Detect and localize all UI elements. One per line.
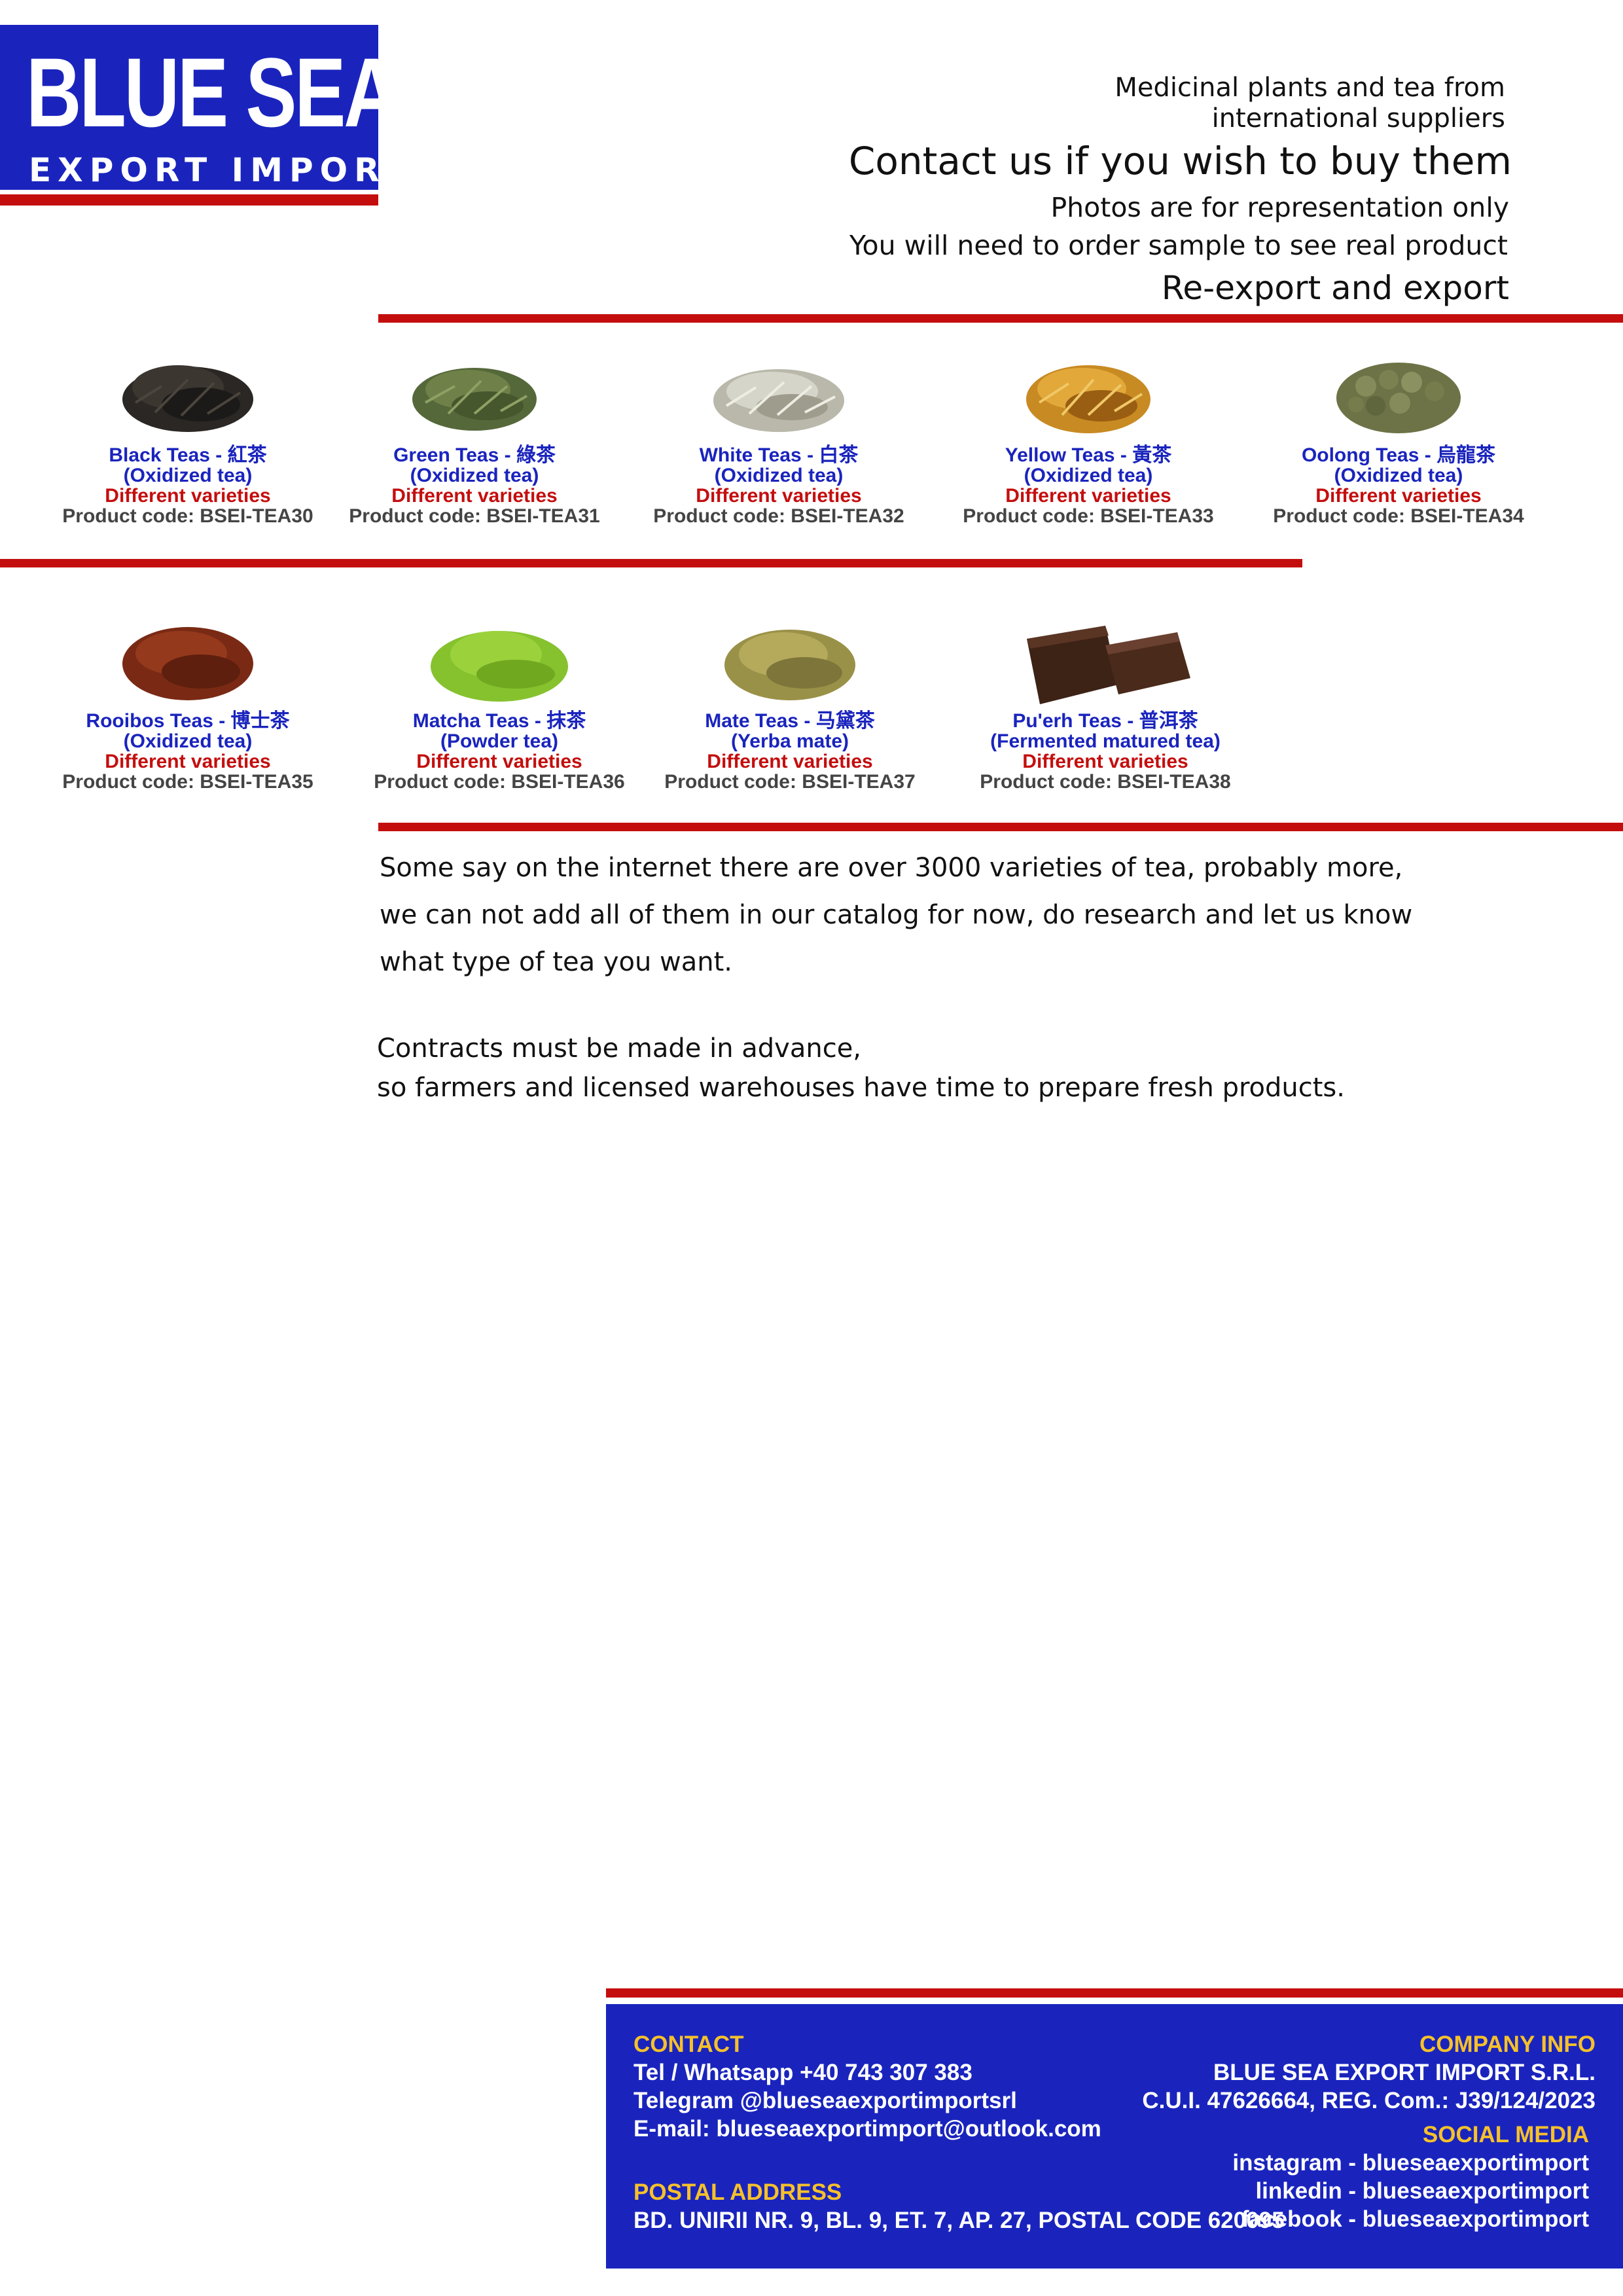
contact-heading: CONTACT — [633, 2032, 744, 2057]
product-varieties: Different varieties — [1022, 751, 1188, 772]
varieties-note-line-3: what type of tea you want. — [380, 947, 733, 977]
divider-middle — [0, 559, 1302, 567]
contracts-note-line-1: Contracts must be made in advance, — [377, 1033, 862, 1064]
company-heading: COMPANY INFO — [1419, 2032, 1596, 2057]
product-subtitle: (Yerba mate) — [730, 730, 849, 752]
postal-heading: POSTAL ADDRESS — [633, 2179, 842, 2205]
product-code: Product code: BSEI-TEA38 — [980, 771, 1231, 793]
footer: CONTACT Tel / Whatsapp +40 743 307 383 T… — [606, 2004, 1623, 2269]
social-linkedin[interactable]: linkedin - blueseaexportimport — [1255, 2177, 1589, 2205]
product-card-rooibos-tea: Rooibos Teas - 博士茶 (Oxidized tea) Differ… — [47, 606, 329, 792]
black-tea-leaves-icon — [116, 340, 260, 445]
product-subtitle: (Oxidized tea) — [123, 465, 253, 486]
divider-top — [378, 314, 1623, 323]
product-card-white-tea: White Teas - 白茶 (Oxidized tea) Different… — [638, 340, 919, 526]
product-subtitle: (Oxidized tea) — [714, 465, 844, 486]
company-logo: BLUE SEA EXPORT IMPORT — [0, 25, 407, 190]
product-subtitle: (Oxidized tea) — [1024, 465, 1153, 486]
product-card-yellow-tea: Yellow Teas - 黃茶 (Oxidized tea) Differen… — [948, 340, 1229, 526]
varieties-note-line-1: Some say on the internet there are over … — [380, 853, 1403, 883]
rooibos-tea-icon — [116, 606, 260, 711]
contracts-note: Contracts must be made in advance, so fa… — [377, 1029, 1345, 1107]
product-name: Pu'erh Teas - 普洱茶 — [1012, 710, 1198, 732]
varieties-note: Some say on the internet there are over … — [380, 844, 1412, 986]
white-tea-leaves-icon — [707, 340, 851, 445]
header-photos-note: Photos are for representation only — [1050, 192, 1509, 223]
product-subtitle: (Oxidized tea) — [123, 730, 253, 752]
product-varieties: Different varieties — [707, 751, 873, 772]
product-code: Product code: BSEI-TEA34 — [1273, 505, 1524, 527]
product-subtitle: (Fermented matured tea) — [990, 730, 1221, 752]
yerba-mate-icon — [718, 606, 862, 711]
product-code: Product code: BSEI-TEA30 — [62, 505, 313, 527]
oolong-tea-pellets-icon — [1327, 340, 1471, 445]
product-name: Rooibos Teas - 博士茶 — [86, 710, 290, 732]
product-name: Black Teas - 紅茶 — [109, 444, 267, 466]
product-card-mate-tea: Mate Teas - 马黛茶 (Yerba mate) Different v… — [649, 606, 931, 792]
product-name: White Teas - 白茶 — [699, 444, 859, 466]
header-contact: Contact us if you wish to buy them — [848, 139, 1512, 183]
product-name: Oolong Teas - 烏龍茶 — [1301, 444, 1496, 466]
product-card-puerh-tea: Pu'erh Teas - 普洱茶 (Fermented matured tea… — [965, 606, 1246, 792]
product-code: Product code: BSEI-TEA33 — [963, 505, 1214, 527]
product-card-black-tea: Black Teas - 紅茶 (Oxidized tea) Different… — [47, 340, 329, 526]
divider-bottom — [378, 823, 1623, 831]
matcha-powder-icon — [427, 606, 571, 711]
product-code: Product code: BSEI-TEA32 — [653, 505, 904, 527]
product-card-matcha-tea: Matcha Teas - 抹茶 (Powder tea) Different … — [359, 606, 640, 792]
social-instagram[interactable]: instagram - blueseaexportimport — [1232, 2149, 1589, 2177]
product-varieties: Different varieties — [1315, 485, 1482, 507]
footer-top-bar — [606, 1988, 1623, 1998]
yellow-tea-leaves-icon — [1016, 340, 1160, 445]
product-varieties: Different varieties — [1005, 485, 1171, 507]
company-registration: C.U.I. 47626664, REG. Com.: J39/124/2023 — [1142, 2088, 1596, 2113]
company-name: BLUE SEA EXPORT IMPORT S.R.L. — [1213, 2060, 1596, 2085]
contact-phone[interactable]: Tel / Whatsapp +40 743 307 383 — [633, 2058, 972, 2087]
contact-email[interactable]: E-mail: blueseaexportimport@outlook.com — [633, 2115, 1101, 2143]
product-varieties: Different varieties — [416, 751, 582, 772]
product-subtitle: (Oxidized tea) — [410, 465, 539, 486]
product-varieties: Different varieties — [105, 485, 271, 507]
product-card-oolong-tea: Oolong Teas - 烏龍茶 (Oxidized tea) Differe… — [1258, 340, 1539, 526]
social-heading: SOCIAL MEDIA — [1422, 2122, 1589, 2147]
product-card-green-tea: Green Teas - 綠茶 (Oxidized tea) Different… — [334, 340, 615, 526]
product-code: Product code: BSEI-TEA36 — [374, 771, 625, 793]
postal-address: BD. UNIRII NR. 9, BL. 9, ET. 7, AP. 27, … — [633, 2208, 1285, 2233]
product-varieties: Different varieties — [391, 485, 558, 507]
product-code: Product code: BSEI-TEA35 — [62, 771, 313, 793]
social-facebook[interactable]: facebook - blueseaexportimport — [1241, 2205, 1589, 2233]
contracts-note-line-2: so farmers and licensed warehouses have … — [377, 1073, 1345, 1103]
product-subtitle: (Oxidized tea) — [1334, 465, 1463, 486]
header-line-1: Medicinal plants and tea from — [1115, 73, 1505, 103]
logo-title: BLUE SEA — [26, 37, 399, 147]
product-code: Product code: BSEI-TEA37 — [664, 771, 916, 793]
product-name: Mate Teas - 马黛茶 — [705, 710, 875, 732]
logo-subtitle: EXPORT IMPORT — [29, 151, 414, 189]
product-name: Yellow Teas - 黃茶 — [1005, 444, 1172, 466]
product-varieties: Different varieties — [105, 751, 271, 772]
header-sample-note: You will need to order sample to see rea… — [849, 230, 1508, 261]
header-line-2: international suppliers — [1211, 103, 1505, 134]
product-varieties: Different varieties — [696, 485, 862, 507]
product-name: Green Teas - 綠茶 — [393, 444, 556, 466]
logo-underline — [0, 194, 378, 206]
puerh-brick-icon — [1014, 606, 1197, 711]
green-tea-leaves-icon — [402, 340, 546, 445]
header-reexport: Re-export and export — [1161, 269, 1509, 307]
varieties-note-line-2: we can not add all of them in our catalo… — [380, 900, 1413, 930]
product-name: Matcha Teas - 抹茶 — [412, 710, 586, 732]
contact-telegram[interactable]: Telegram @blueseaexportimportsrl — [633, 2087, 1017, 2115]
product-subtitle: (Powder tea) — [440, 730, 559, 752]
product-code: Product code: BSEI-TEA31 — [349, 505, 600, 527]
